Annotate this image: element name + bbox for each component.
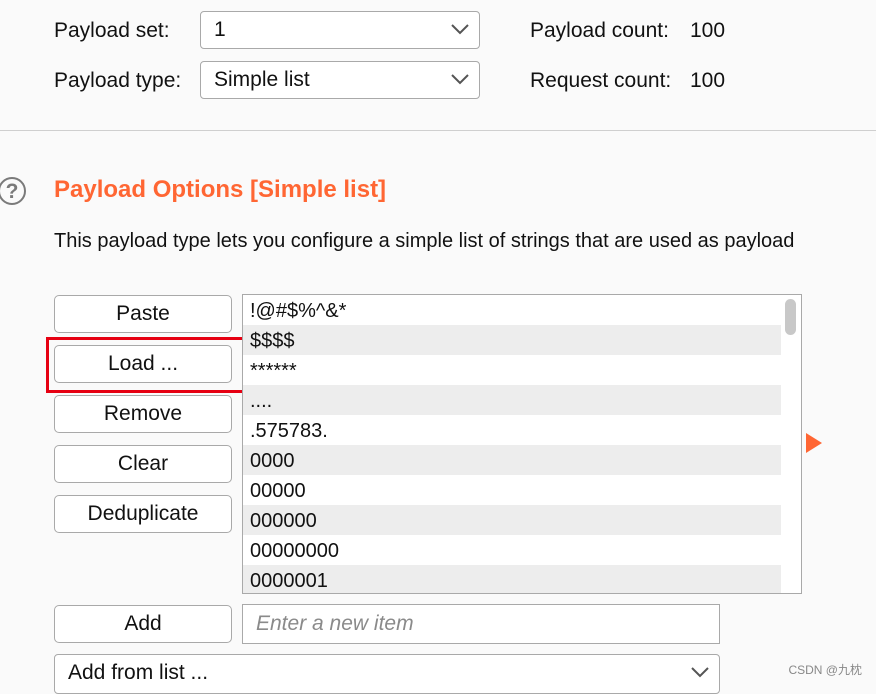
payload-set-label: Payload set:: [54, 19, 170, 42]
add-from-list-value: Add from list ...: [68, 661, 209, 684]
list-item[interactable]: $$$$: [243, 325, 781, 355]
add-button[interactable]: Add: [54, 605, 232, 643]
watermark-text: CSDN @九枕: [788, 663, 862, 677]
payload-type-select[interactable]: Simple list: [200, 61, 480, 99]
chevron-down-icon: [451, 24, 469, 35]
list-item[interactable]: 0000: [243, 445, 781, 475]
payload-type-value: Simple list: [214, 68, 310, 91]
payload-set-value: 1: [214, 18, 226, 41]
add-from-list-select[interactable]: Add from list ...: [54, 654, 720, 694]
new-item-input[interactable]: [242, 604, 720, 644]
paste-button[interactable]: Paste: [54, 295, 232, 333]
list-item[interactable]: 0000001: [243, 565, 781, 593]
payload-count-label: Payload count:: [530, 19, 669, 42]
list-scrollbar[interactable]: [785, 299, 796, 335]
list-item[interactable]: ******: [243, 355, 781, 385]
payload-type-label: Payload type:: [54, 69, 182, 92]
chevron-down-icon: [691, 667, 709, 678]
payload-count-value: 100: [690, 19, 726, 42]
list-item[interactable]: !@#$%^&*: [243, 295, 781, 325]
list-item[interactable]: 00000000: [243, 535, 781, 565]
request-count-value: 100: [690, 69, 726, 92]
help-icon[interactable]: ?: [0, 177, 26, 205]
section-title: Payload Options [Simple list]: [54, 176, 387, 203]
section-divider: [0, 130, 876, 131]
payload-set-select[interactable]: 1: [200, 11, 480, 49]
payload-list[interactable]: !@#$%^&* $$$$ ****** .... .575783. 0000 …: [242, 294, 802, 594]
load-highlight-box: [46, 337, 252, 393]
list-item[interactable]: .575783.: [243, 415, 781, 445]
deduplicate-button[interactable]: Deduplicate: [54, 495, 232, 533]
list-item[interactable]: 00000: [243, 475, 781, 505]
list-item[interactable]: ....: [243, 385, 781, 415]
expand-arrow-icon[interactable]: [806, 433, 822, 453]
list-item[interactable]: 000000: [243, 505, 781, 535]
request-count-label: Request count:: [530, 69, 672, 92]
chevron-down-icon: [451, 74, 469, 85]
remove-button[interactable]: Remove: [54, 395, 232, 433]
clear-button[interactable]: Clear: [54, 445, 232, 483]
section-description: This payload type lets you configure a s…: [54, 230, 795, 252]
